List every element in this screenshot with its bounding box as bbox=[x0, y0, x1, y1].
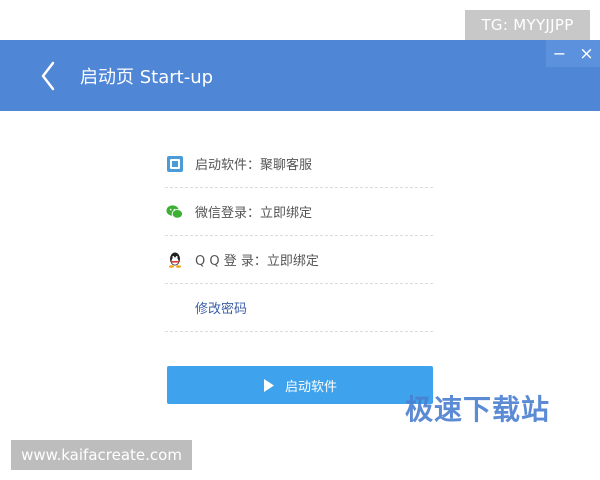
back-button[interactable] bbox=[33, 60, 63, 92]
qq-login-row[interactable]: Q Q 登 录：立即绑定 bbox=[165, 236, 433, 284]
start-software-label: 启动软件 bbox=[284, 379, 337, 395]
wechat-login-label: 微信登录：立即绑定 bbox=[195, 206, 313, 221]
settings-list: 启动软件：聚聊客服 微信登录：立即绑定 Q Q 登 录：立即绑定 修改密码 bbox=[165, 140, 433, 332]
window-controls: − × bbox=[546, 40, 600, 67]
startup-software-label: 启动软件：聚聊客服 bbox=[195, 158, 313, 173]
qq-icon bbox=[166, 251, 183, 268]
start-software-button[interactable]: 启动软件 bbox=[167, 366, 433, 404]
page-title: 启动页 Start-up bbox=[80, 67, 214, 88]
wechat-login-row[interactable]: 微信登录：立即绑定 bbox=[165, 188, 433, 236]
wechat-icon bbox=[166, 203, 183, 220]
change-password-link[interactable]: 修改密码 bbox=[165, 284, 433, 332]
qq-login-label: Q Q 登 录：立即绑定 bbox=[195, 254, 319, 269]
minimize-button[interactable]: − bbox=[546, 40, 573, 67]
close-button[interactable]: × bbox=[573, 40, 600, 67]
play-icon bbox=[263, 378, 275, 392]
tg-watermark: TG: MYYJJPP bbox=[465, 10, 590, 40]
change-password-label: 修改密码 bbox=[195, 302, 248, 317]
app-logo-icon bbox=[166, 155, 183, 172]
chevron-left-icon bbox=[41, 61, 55, 91]
brand-watermark: 极速下载站 bbox=[405, 393, 551, 426]
header-bar: 启动页 Start-up − × bbox=[0, 40, 600, 111]
startup-software-row[interactable]: 启动软件：聚聊客服 bbox=[165, 140, 433, 188]
site-watermark: www.kaifacreate.com bbox=[11, 440, 192, 470]
